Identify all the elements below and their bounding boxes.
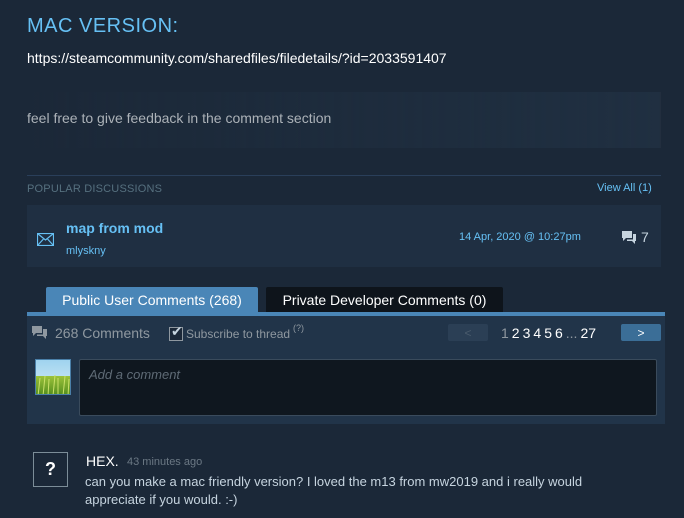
subscribe-label[interactable]: Subscribe to thread bbox=[186, 327, 290, 341]
discussion-author[interactable]: mlyskny bbox=[66, 245, 106, 257]
page-link[interactable]: 3 bbox=[523, 325, 531, 341]
tab-public-comments[interactable]: Public User Comments (268) bbox=[46, 287, 258, 312]
comment-text: can you make a mac friendly version? I l… bbox=[85, 474, 583, 507]
view-all-link[interactable]: View All (1) bbox=[597, 182, 652, 194]
mac-version-link[interactable]: https://steamcommunity.com/sharedfiles/f… bbox=[27, 50, 447, 66]
discussion-title-link[interactable]: map from mod bbox=[66, 220, 163, 236]
add-comment-input[interactable] bbox=[79, 359, 657, 416]
pagination: 1 2 3 4 5 6 ... 27 bbox=[501, 325, 596, 341]
page-link[interactable]: 2 bbox=[512, 325, 520, 341]
page-link[interactable]: 1 bbox=[501, 325, 509, 341]
discussion-date: 14 Apr, 2020 @ 10:27pm bbox=[459, 231, 581, 243]
page-link[interactable]: 6 bbox=[555, 325, 563, 341]
page-ellipsis: ... bbox=[565, 325, 578, 341]
comment-author[interactable]: HEX. bbox=[86, 453, 119, 469]
feedback-text: feel free to give feedback in the commen… bbox=[27, 110, 332, 126]
discussion-reply-count: 7 bbox=[641, 229, 649, 245]
comment-avatar[interactable]: ? bbox=[33, 452, 68, 487]
tab-private-comments[interactable]: Private Developer Comments (0) bbox=[266, 287, 503, 312]
discussions-divider bbox=[27, 175, 661, 176]
next-page-button[interactable]: > bbox=[621, 324, 661, 341]
page-link[interactable]: 4 bbox=[533, 325, 541, 341]
subscribe-help-link[interactable]: (?) bbox=[293, 323, 304, 333]
envelope-icon bbox=[36, 232, 55, 247]
previous-page-button[interactable]: < bbox=[448, 324, 488, 341]
checkmark-icon: ✔ bbox=[171, 323, 183, 339]
page-link[interactable]: 27 bbox=[580, 325, 596, 341]
section-heading: MAC VERSION: bbox=[27, 15, 179, 37]
comments-count: 268 Comments bbox=[55, 325, 150, 341]
comments-bubble-icon bbox=[31, 325, 48, 340]
page-link[interactable]: 5 bbox=[544, 325, 552, 341]
avatar[interactable] bbox=[35, 359, 71, 395]
comment-timestamp: 43 minutes ago bbox=[127, 456, 203, 468]
comments-bubble-icon bbox=[621, 230, 637, 245]
popular-discussions-header: POPULAR DISCUSSIONS bbox=[27, 183, 163, 195]
